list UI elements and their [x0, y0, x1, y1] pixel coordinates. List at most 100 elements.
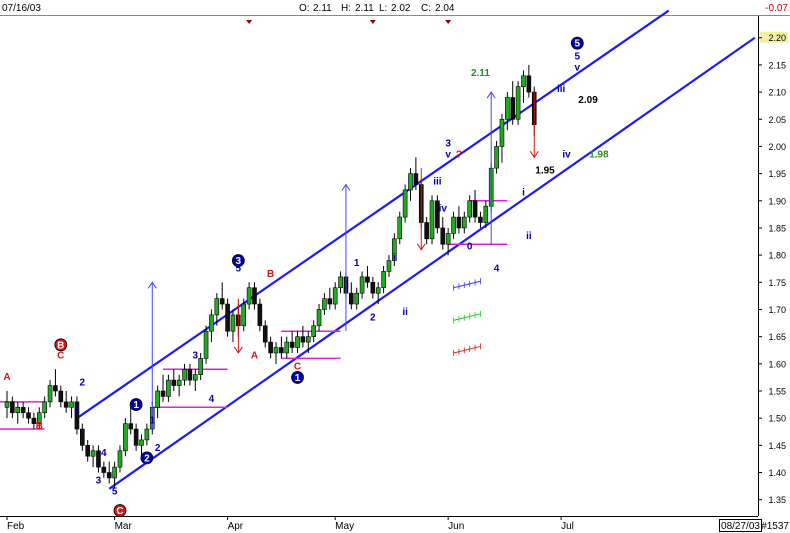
label-text: 2	[144, 453, 150, 464]
candle-body	[300, 336, 306, 343]
label-text: 3	[236, 256, 242, 267]
wave-label: B	[267, 269, 274, 280]
y-tick-label: 2.05	[768, 115, 786, 125]
x-tick-label: May	[335, 521, 354, 532]
candle-body	[10, 401, 15, 414]
header-close-value: 2.04	[435, 3, 455, 14]
wave-label: iv	[439, 204, 448, 215]
candle-body	[295, 336, 300, 348]
candle-body	[338, 276, 343, 289]
circled-wave-label: B	[54, 338, 68, 351]
price-label: 1.95	[535, 166, 555, 177]
candle-body	[182, 368, 187, 381]
candle-body	[246, 287, 252, 305]
wave-label: v	[445, 149, 451, 160]
candle-body	[494, 146, 499, 169]
study-mark	[453, 343, 481, 356]
candle-body	[305, 336, 311, 343]
candle-body	[311, 325, 316, 337]
candle-body	[445, 233, 451, 245]
candle-body	[176, 379, 182, 386]
wave-label: iii	[433, 176, 442, 187]
y-tick-label: 2.00	[768, 142, 786, 152]
candle-body	[187, 368, 193, 381]
candle-body	[526, 75, 532, 93]
wave-label: iv	[562, 149, 571, 160]
study-mark-line	[453, 313, 481, 321]
label-text: 5	[574, 39, 580, 50]
wave-label: ii	[526, 231, 532, 242]
wave-label: v	[574, 62, 580, 73]
candle-body	[505, 97, 510, 120]
candle-body	[349, 292, 354, 305]
target-label: 1.98	[589, 149, 609, 160]
study-mark	[453, 278, 481, 291]
x-tick-label: Mar	[115, 521, 133, 532]
candle-body	[413, 173, 419, 185]
study-mark	[453, 310, 481, 324]
y-tick-label: 1.55	[768, 387, 786, 397]
candle-body	[166, 379, 171, 397]
circled-wave-label: 3	[231, 254, 245, 267]
down-projection-arrow	[233, 298, 243, 354]
candle-body	[510, 97, 516, 120]
candle-body	[273, 347, 279, 354]
candle-body	[472, 200, 478, 218]
candle-body	[209, 314, 214, 332]
candle-body	[155, 390, 160, 408]
y-tick-label: 1.90	[768, 196, 786, 206]
wave-label: A	[3, 372, 10, 383]
candle-body	[26, 412, 31, 419]
candle-body	[322, 298, 327, 310]
header-low-value: 2.02	[391, 3, 411, 14]
candle-body	[424, 222, 429, 240]
candle-body	[241, 303, 247, 327]
candle-body	[359, 276, 365, 294]
wave-label: 3	[445, 138, 451, 149]
candle-body	[354, 292, 360, 305]
candle-body	[375, 287, 381, 294]
top-marker	[369, 20, 376, 24]
candle-body	[139, 439, 144, 446]
header-close-key: C:	[421, 3, 431, 14]
header-open-key: O:	[299, 3, 310, 14]
candle-body	[521, 75, 526, 87]
wave-label: ii	[402, 307, 408, 318]
label-text: 1	[295, 373, 301, 384]
circled-wave-label: 5	[570, 36, 584, 50]
trend-channel	[76, 9, 756, 490]
y-tick-label: 2.20	[768, 33, 786, 43]
circled-wave-label: 1	[291, 371, 304, 384]
candle-body	[467, 200, 472, 218]
wave-label: i	[522, 187, 525, 198]
candle-body	[230, 314, 236, 332]
candle-body	[397, 216, 403, 240]
candle-body	[219, 298, 225, 305]
candle-body	[381, 271, 386, 289]
candle-body	[402, 189, 408, 218]
candle-body	[112, 466, 117, 479]
projection-arrows	[147, 91, 539, 430]
candle-body	[101, 466, 107, 473]
study-mark-line	[453, 345, 481, 354]
candle-body	[386, 260, 392, 272]
wave-label: 0	[467, 242, 473, 253]
wave-label: C	[294, 361, 301, 372]
stock-chart: 07/16/03 O: 2.11 H: 2.11 L: 2.02 C: 2.04…	[0, 0, 790, 532]
header-low-key: L:	[379, 3, 387, 14]
wave-label: C	[57, 350, 64, 361]
candle-body	[193, 374, 198, 381]
channel-lower-line	[108, 36, 756, 490]
candle-body	[117, 450, 123, 468]
candle-body	[478, 216, 483, 223]
footer-count: #1537	[761, 521, 789, 532]
circled-wave-label: C	[113, 504, 127, 517]
header-date: 07/16/03	[2, 3, 41, 14]
candle-body	[456, 216, 462, 229]
candle-body	[203, 330, 209, 359]
candle-body	[106, 472, 112, 479]
target-label: 2.11	[471, 68, 490, 79]
candle-body	[53, 385, 58, 392]
y-tick-label: 1.35	[768, 495, 786, 505]
x-tick-label: Jul	[561, 521, 574, 532]
